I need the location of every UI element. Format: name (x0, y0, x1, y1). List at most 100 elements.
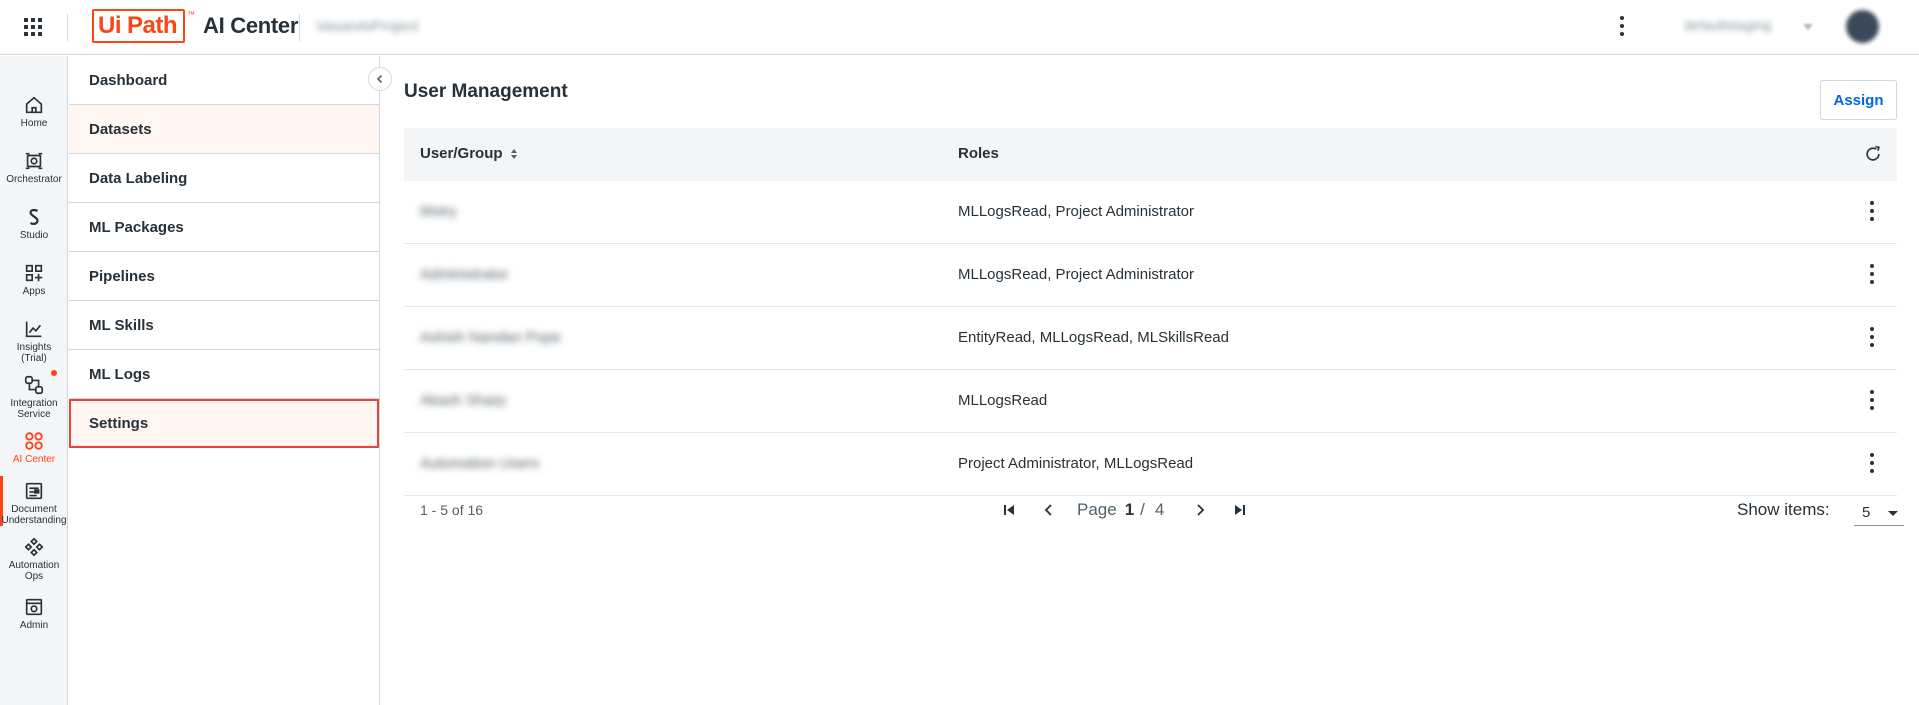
uipath-logo: Ui Path (92, 9, 186, 43)
document-icon (25, 482, 43, 500)
user-cell: Administrator (420, 266, 509, 283)
nav-item-ml-skills[interactable]: ML Skills (69, 301, 379, 350)
user-cell: Automation Users (420, 455, 540, 472)
chevron-down-icon[interactable] (1803, 24, 1813, 30)
rail-label: Insights (Trial) (16, 342, 52, 364)
automation-ops-icon (24, 537, 44, 557)
roles-cell: MLLogsRead, Project Administrator (958, 266, 1194, 283)
sort-icon (510, 148, 517, 159)
chevron-left-icon (376, 74, 383, 84)
apps-grid-icon[interactable] (24, 18, 44, 38)
top-header: Ui Path ™ AI Center VasanAIProject defau… (0, 0, 1919, 55)
nav-item-ml-packages[interactable]: ML Packages (69, 203, 379, 252)
previous-page-button[interactable] (1037, 498, 1061, 522)
collapse-nav-button[interactable] (368, 67, 392, 91)
page-label: Page (1077, 500, 1117, 519)
results-range: 1 - 5 of 16 (420, 502, 484, 518)
more-vertical-icon[interactable] (1869, 327, 1875, 349)
more-vertical-icon[interactable] (1869, 453, 1875, 475)
brand-logo[interactable]: Ui Path ™ AI Center (92, 8, 298, 44)
rail-item-orchestrator[interactable]: Orchestrator (0, 150, 68, 185)
more-vertical-icon[interactable] (1869, 390, 1875, 412)
rail-item-ai-center[interactable]: AI Center (0, 430, 68, 465)
user-table: User/Group Roles Mstry MLLogsRead, Proje… (404, 128, 1897, 496)
last-page-button[interactable] (1228, 498, 1252, 522)
insights-icon (25, 321, 42, 338)
rail-label: Automation Ops (8, 560, 60, 582)
table-row[interactable]: Automation Users Project Administrator, … (404, 433, 1897, 496)
rail-item-home[interactable]: Home (0, 94, 68, 129)
admin-icon (25, 598, 43, 616)
page-separator: / (1140, 500, 1145, 519)
rail-item-integration-service[interactable]: Integration Service (0, 374, 68, 420)
home-icon (25, 96, 43, 114)
user-cell: Akash Sharp (420, 392, 506, 409)
column-header-label: User/Group (420, 145, 503, 162)
roles-cell: MLLogsRead, Project Administrator (958, 203, 1194, 220)
product-name: AI Center (203, 13, 299, 38)
ai-center-icon (25, 432, 43, 450)
rail-item-insights[interactable]: Insights (Trial) (0, 318, 68, 364)
nav-item-pipelines[interactable]: Pipelines (69, 252, 379, 301)
roles-cell: MLLogsRead (958, 392, 1048, 409)
more-vertical-icon[interactable] (1869, 201, 1875, 223)
nav-item-settings[interactable]: Settings (69, 399, 379, 448)
header-divider (299, 14, 300, 41)
roles-cell: Project Administrator, MLLogsRead (958, 455, 1194, 472)
more-vertical-icon[interactable] (1614, 14, 1630, 38)
table-row[interactable]: Administrator MLLogsRead, Project Admini… (404, 244, 1897, 307)
nav-item-ml-logs[interactable]: ML Logs (69, 350, 379, 399)
table-row[interactable]: Ashish Nandan Pope EntityRead, MLLogsRea… (404, 307, 1897, 370)
refresh-icon[interactable] (1863, 144, 1883, 164)
brand-trademark: ™ (187, 10, 196, 19)
rail-item-document-understanding[interactable]: Document Understanding (0, 480, 68, 526)
rail-label: Apps (22, 286, 46, 297)
studio-icon (29, 209, 39, 225)
apps-icon (25, 264, 43, 282)
tenant-selector[interactable]: defaultstaging (1684, 17, 1771, 33)
main-content: User Management Assign User/Group Roles … (381, 56, 1919, 705)
user-cell: Mstry (420, 203, 457, 220)
table-footer: 1 - 5 of 16 Page 1 / 4 Show items: 5 (404, 492, 1904, 532)
rail-label: Integration Service (10, 398, 58, 420)
product-rail: Home Orchestrator Studio Apps Insights (… (0, 56, 68, 705)
chevron-left-icon (1044, 504, 1052, 516)
project-name[interactable]: VasanAIProject (316, 18, 418, 35)
chevron-down-icon (1888, 511, 1898, 516)
user-cell: Ashish Nandan Pope (420, 329, 561, 346)
rail-label: Orchestrator (6, 174, 62, 185)
rail-item-studio[interactable]: Studio (0, 206, 68, 241)
rail-item-apps[interactable]: Apps (0, 262, 68, 297)
first-page-icon (1004, 505, 1014, 515)
nav-item-datasets[interactable]: Datasets (69, 105, 379, 154)
ai-center-nav: Dashboard Datasets Data Labeling ML Pack… (69, 56, 380, 705)
rail-item-automation-ops[interactable]: Automation Ops (0, 536, 68, 582)
current-page: 1 (1124, 500, 1135, 519)
orchestrator-icon (25, 152, 43, 170)
page-size-select[interactable]: 5 (1854, 498, 1904, 526)
avatar[interactable] (1846, 10, 1879, 43)
brand-ui: Ui (98, 12, 122, 39)
table-row[interactable]: Mstry MLLogsRead, Project Administrator (404, 181, 1897, 244)
brand-path: Path (127, 12, 178, 39)
chevron-right-icon (1197, 504, 1205, 516)
pagination: Page 1 / 4 (997, 498, 1268, 522)
assign-button[interactable]: Assign (1820, 80, 1897, 120)
nav-item-data-labeling[interactable]: Data Labeling (69, 154, 379, 203)
first-page-button[interactable] (997, 498, 1021, 522)
roles-cell: EntityRead, MLLogsRead, MLSkillsRead (958, 329, 1229, 346)
nav-item-dashboard[interactable]: Dashboard (69, 56, 379, 105)
rail-label: Document Understanding (1, 504, 67, 526)
table-row[interactable]: Akash Sharp MLLogsRead (404, 370, 1897, 433)
integration-icon (24, 375, 44, 395)
last-page-icon (1235, 505, 1246, 515)
rail-label: Home (20, 118, 48, 129)
column-header-roles: Roles (958, 145, 999, 162)
next-page-button[interactable] (1188, 498, 1212, 522)
rail-item-admin[interactable]: Admin (0, 596, 68, 631)
more-vertical-icon[interactable] (1869, 264, 1875, 286)
page-title: User Management (404, 81, 568, 102)
column-header-user-group[interactable]: User/Group (420, 145, 519, 162)
rail-label: Admin (19, 620, 49, 631)
total-pages: 4 (1154, 500, 1165, 519)
